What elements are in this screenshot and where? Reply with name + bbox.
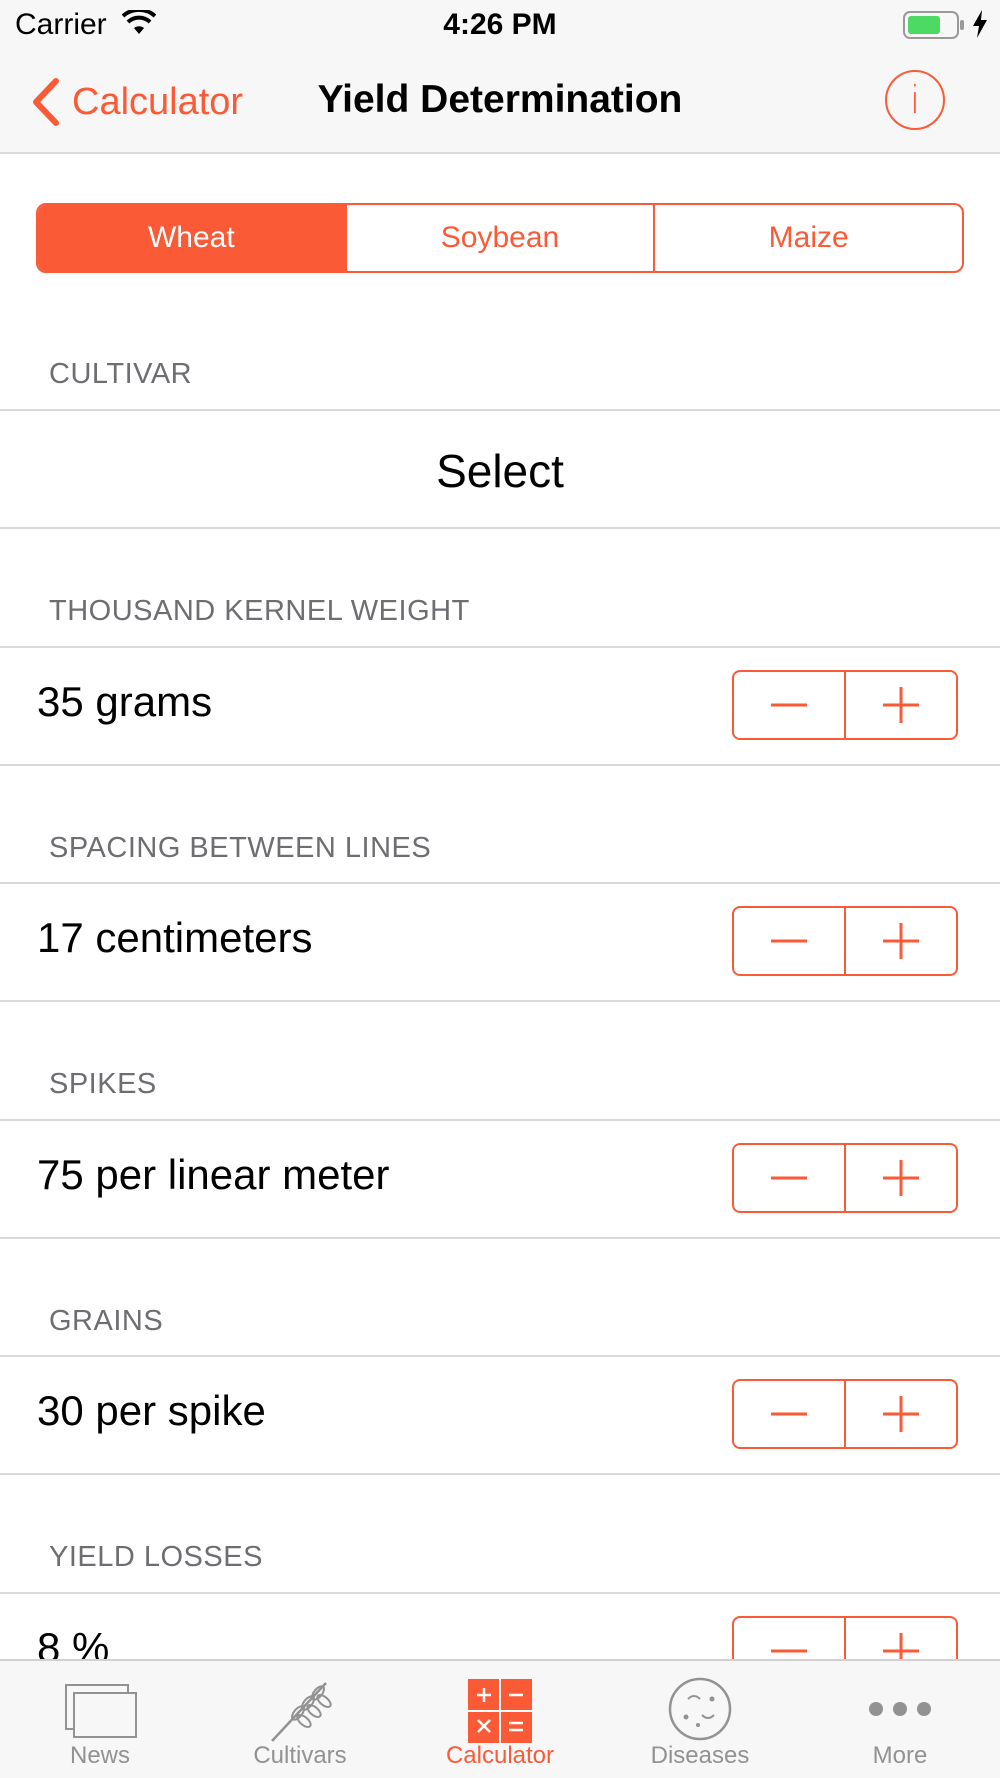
section-header-cultivar: CULTIVAR: [49, 358, 193, 390]
status-time: 4:26 PM: [443, 8, 557, 41]
page-title: Yield Determination: [317, 78, 683, 121]
plus-icon: [883, 923, 919, 959]
minus-icon: [771, 1176, 807, 1180]
tab-diseases[interactable]: Diseases: [600, 1661, 800, 1778]
charging-bolt-icon: [973, 10, 987, 38]
cultivar-select-row[interactable]: Select: [0, 409, 1000, 529]
more-dots-icon: [869, 1702, 931, 1716]
segment-wheat[interactable]: Wheat: [38, 205, 347, 271]
segment-soybean[interactable]: Soybean: [347, 205, 656, 271]
section-header-grains: GRAINS: [49, 1305, 164, 1337]
tab-more[interactable]: More: [800, 1661, 1000, 1778]
tab-diseases-label: Diseases: [650, 1742, 750, 1769]
tab-news-label: News: [69, 1742, 130, 1769]
spikes-row: 75 per linear meter: [0, 1119, 1000, 1239]
decrement-button[interactable]: [734, 1381, 846, 1447]
grains-value: 30 per spike: [37, 1387, 266, 1434]
plus-icon: [883, 687, 919, 723]
tab-calculator-label: Calculator: [445, 1742, 555, 1769]
kernel-weight-value: 35 grams: [37, 678, 213, 725]
plus-icon: [883, 1160, 919, 1196]
calculator-icon: [468, 1679, 532, 1743]
spikes-stepper: [732, 1143, 958, 1213]
grains-row: 30 per spike: [0, 1355, 1000, 1475]
tab-cultivars-label: Cultivars: [253, 1742, 347, 1769]
spikes-value: 75 per linear meter: [37, 1151, 390, 1198]
info-button[interactable]: i: [885, 70, 945, 130]
plus-icon: [883, 1396, 919, 1432]
increment-button[interactable]: [846, 672, 956, 738]
navigation-bar: Calculator Yield Determination i: [0, 50, 1000, 154]
cultivar-select-label: Select: [436, 445, 564, 497]
spacing-row: 17 centimeters: [0, 882, 1000, 1002]
increment-button[interactable]: [846, 908, 956, 974]
decrement-button[interactable]: [734, 1145, 846, 1211]
tab-cultivars[interactable]: Cultivars: [200, 1661, 400, 1778]
increment-button[interactable]: [846, 1145, 956, 1211]
section-header-kernel-weight: THOUSAND KERNEL WEIGHT: [49, 595, 470, 627]
section-header-yield-losses: YIELD LOSSES: [49, 1541, 263, 1573]
decrement-button[interactable]: [734, 672, 846, 738]
decrement-button[interactable]: [734, 908, 846, 974]
section-header-spikes: SPIKES: [49, 1068, 157, 1100]
minus-icon: [771, 939, 807, 943]
section-header-spacing: SPACING BETWEEN LINES: [49, 832, 432, 864]
increment-button[interactable]: [846, 1381, 956, 1447]
status-bar: Carrier 4:26 PM: [0, 0, 1000, 50]
spacing-value: 17 centimeters: [37, 914, 313, 961]
spacing-stepper: [732, 906, 958, 976]
tab-more-label: More: [872, 1742, 928, 1769]
tab-news[interactable]: News: [0, 1661, 200, 1778]
minus-icon: [771, 1412, 807, 1416]
grains-stepper: [732, 1379, 958, 1449]
news-icon: [65, 1684, 137, 1738]
kernel-weight-stepper: [732, 670, 958, 740]
tab-bar: News Cultivars Calculator Diseases More: [0, 1659, 1000, 1778]
tab-calculator[interactable]: Calculator: [400, 1661, 600, 1778]
petri-dish-icon: [668, 1677, 732, 1741]
segment-maize[interactable]: Maize: [655, 205, 962, 271]
kernel-weight-row: 35 grams: [0, 646, 1000, 766]
wheat-icon: [271, 1682, 332, 1742]
crop-segmented-control: Wheat Soybean Maize: [36, 203, 964, 273]
minus-icon: [771, 703, 807, 707]
battery-icon: [903, 11, 964, 39]
